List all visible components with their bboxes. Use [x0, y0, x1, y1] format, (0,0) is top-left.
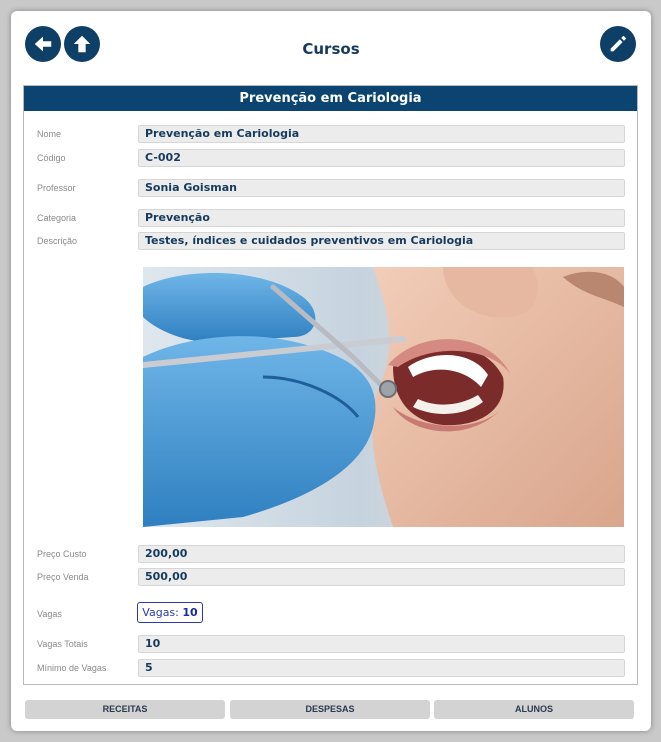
professor-label: Professor: [37, 183, 76, 193]
course-window: Cursos Prevenção em Cariologia Nome Prev…: [11, 11, 651, 731]
min-vagas-field[interactable]: 5: [138, 659, 625, 677]
description-field[interactable]: Testes, índices e cuidados preventivos e…: [138, 232, 625, 250]
despesas-button[interactable]: DESPESAS: [230, 700, 430, 719]
course-heading: Prevenção em Cariologia: [24, 86, 637, 111]
sale-price-label: Preço Venda: [37, 572, 89, 582]
professor-field[interactable]: Sonia Goisman: [138, 179, 625, 197]
vagas-badge-value: 10: [182, 606, 198, 619]
vagas-badge[interactable]: Vagas: 10: [137, 602, 203, 623]
min-vagas-label: Mínimo de Vagas: [37, 663, 107, 673]
cost-price-field[interactable]: 200,00: [138, 545, 625, 563]
course-image: [143, 267, 624, 527]
code-label: Código: [37, 153, 66, 163]
alunos-button[interactable]: ALUNOS: [434, 700, 634, 719]
receitas-button[interactable]: RECEITAS: [25, 700, 225, 719]
vagas-badge-prefix: Vagas:: [142, 606, 179, 619]
total-vagas-field[interactable]: 10: [138, 635, 625, 653]
sale-price-field[interactable]: 500,00: [138, 568, 625, 586]
description-label: Descrição: [37, 236, 78, 246]
cost-price-label: Preço Custo: [37, 549, 87, 559]
category-label: Categoria: [37, 213, 77, 223]
page-title: Cursos: [302, 40, 360, 58]
edit-button[interactable]: [600, 26, 636, 62]
total-vagas-label: Vagas Totais: [37, 639, 88, 649]
category-field[interactable]: Prevenção: [138, 209, 625, 227]
course-details-panel: Prevenção em Cariologia Nome Prevenção e…: [23, 85, 638, 685]
name-field[interactable]: Prevenção em Cariologia: [138, 125, 625, 143]
name-label: Nome: [37, 129, 62, 139]
code-field[interactable]: C-002: [138, 149, 625, 167]
vagas-label: Vagas: [37, 609, 62, 619]
pencil-icon: [607, 33, 629, 55]
